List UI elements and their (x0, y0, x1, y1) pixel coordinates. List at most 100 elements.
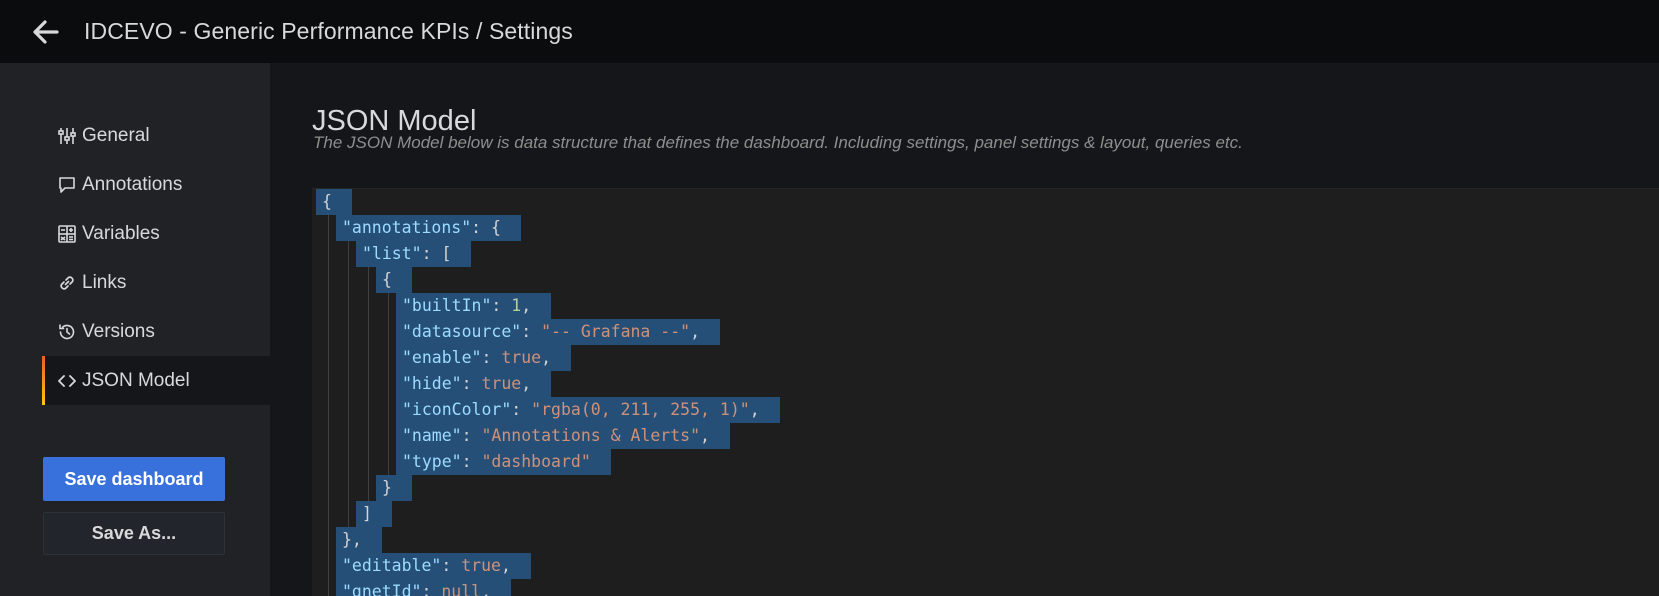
code-line: "enable": true, (312, 345, 1659, 371)
code-token: "enable" (402, 348, 482, 367)
selected-code: "gnetId": null, (336, 579, 512, 596)
indent-guide (368, 475, 369, 501)
code-token: "iconColor" (402, 400, 512, 419)
indent-guide (348, 319, 349, 345)
code-token: "annotations" (342, 218, 472, 237)
sidebar-item-links[interactable]: Links (42, 258, 270, 307)
page-breadcrumb-title: IDCEVO - Generic Performance KPIs / Sett… (84, 18, 573, 44)
indent-guide (368, 371, 369, 397)
indent-guide (368, 345, 369, 371)
code-token: , (521, 296, 532, 315)
sidebar-item-general[interactable]: General (42, 111, 270, 160)
code-token: : [ (421, 244, 452, 263)
selected-code: }, (336, 527, 382, 553)
selected-code: { (316, 189, 352, 215)
indent-guide (388, 397, 389, 423)
code-line: "type": "dashboard" (312, 449, 1659, 475)
code-token: : (511, 400, 532, 419)
indent-guide (368, 423, 369, 449)
indent-guide (388, 371, 389, 397)
json-code-editor[interactable]: {"annotations": {"list": [{"builtIn": 1,… (312, 188, 1659, 596)
sidebar-item-variables[interactable]: Variables (42, 209, 270, 258)
code-line: "editable": true, (312, 553, 1659, 579)
indent-guide (328, 449, 329, 475)
indent-guide (348, 501, 349, 527)
sidebar-item-json-model[interactable]: JSON Model (42, 356, 270, 405)
selected-code: "editable": true, (336, 553, 531, 579)
indent-guide (388, 293, 389, 319)
code-token: null (441, 582, 482, 596)
code-line: { (312, 189, 1659, 215)
code-line: "list": [ (312, 241, 1659, 267)
sidebar-item-label: Variables (82, 222, 160, 244)
selected-code: "iconColor": "rgba(0, 211, 255, 1)", (396, 397, 780, 423)
code-token: : (481, 348, 502, 367)
main-content: JSON Model The JSON Model below is data … (270, 63, 1659, 596)
indent-guide (388, 449, 389, 475)
selected-code: "type": "dashboard" (396, 449, 611, 475)
selected-code: ] (356, 501, 392, 527)
sidebar-item-label: JSON Model (82, 369, 190, 391)
code-token: "type" (402, 452, 462, 471)
history-icon (56, 321, 78, 343)
indent-guide (328, 267, 329, 293)
code-token: 1 (511, 296, 522, 315)
code-line: "hide": true, (312, 371, 1659, 397)
indent-guide (388, 319, 389, 345)
code-token: : (461, 374, 482, 393)
code-token: : { (471, 218, 501, 237)
code-token: , (481, 582, 492, 596)
code-token: , (690, 322, 701, 341)
indent-guide (348, 241, 349, 267)
link-icon (56, 272, 78, 294)
indent-guide (328, 371, 329, 397)
code-line: "builtIn": 1, (312, 293, 1659, 319)
comment-icon (56, 174, 78, 196)
code-token: , (700, 426, 710, 445)
code-token: "hide" (402, 374, 462, 393)
indent-guide (388, 345, 389, 371)
indent-guide (348, 475, 349, 501)
indent-guide (348, 449, 349, 475)
indent-guide (328, 215, 329, 241)
indent-guide (328, 293, 329, 319)
selected-code: "name": "Annotations & Alerts", (396, 423, 730, 449)
code-token: : (421, 582, 442, 596)
indent-guide (368, 397, 369, 423)
code-token: true (461, 556, 501, 575)
code-token: "builtIn" (402, 296, 492, 315)
indent-guide (328, 319, 329, 345)
indent-guide (328, 423, 329, 449)
code-line: }, (312, 527, 1659, 553)
code-token: true (501, 348, 542, 367)
sidebar-item-label: Links (82, 271, 127, 293)
settings-nav: General Annotations Variables Links Vers… (42, 111, 270, 405)
indent-guide (328, 501, 329, 527)
indent-guide (328, 527, 329, 553)
code-line: "annotations": { (312, 215, 1659, 241)
selected-code: "annotations": { (336, 215, 521, 241)
calculator-icon (56, 223, 78, 245)
code-token: , (541, 348, 552, 367)
selected-code: "hide": true, (396, 371, 552, 397)
save-as-button[interactable]: Save As... (43, 512, 225, 555)
code-token: "gnetId" (342, 582, 422, 596)
sidebar-item-label: Versions (82, 320, 155, 342)
code-token: "Annotations & Alerts" (481, 426, 701, 445)
indent-guide (348, 423, 349, 449)
save-dashboard-button[interactable]: Save dashboard (43, 457, 225, 501)
indent-guide (368, 449, 369, 475)
selected-code: } (376, 475, 412, 501)
page-description: The JSON Model below is data structure t… (313, 133, 1243, 152)
code-token: , (500, 556, 511, 575)
indent-guide (348, 371, 349, 397)
code-token: , (521, 374, 532, 393)
sidebar-item-versions[interactable]: Versions (42, 307, 270, 356)
indent-guide (328, 345, 329, 371)
settings-sidebar: General Annotations Variables Links Vers… (0, 63, 270, 596)
arrow-left-icon[interactable] (24, 11, 66, 53)
sidebar-item-annotations[interactable]: Annotations (42, 160, 270, 209)
code-token: "dashboard" (481, 452, 591, 471)
code-token: : (441, 556, 462, 575)
indent-guide (348, 397, 349, 423)
